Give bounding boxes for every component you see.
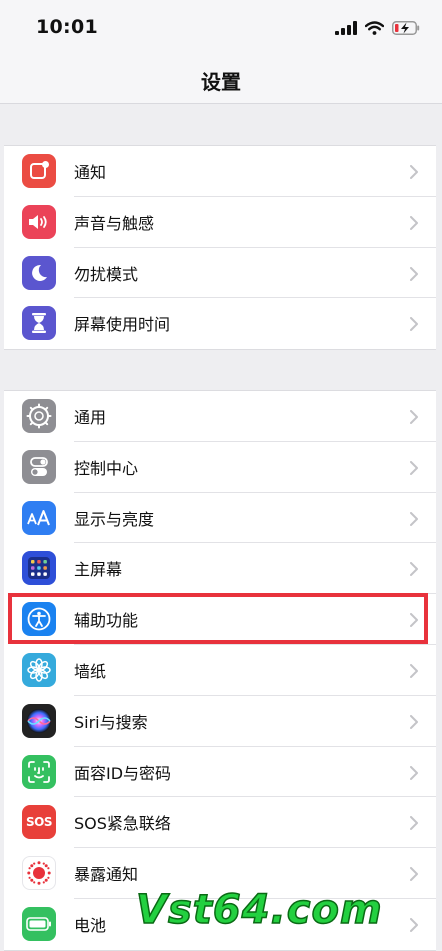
toggles-icon bbox=[22, 449, 56, 484]
chevron-right-icon bbox=[410, 409, 418, 428]
notifications-icon bbox=[22, 154, 56, 188]
settings-item-home-screen[interactable]: 主屏幕 bbox=[4, 543, 436, 595]
accessibility-highlight-box bbox=[8, 593, 428, 644]
chevron-right-icon bbox=[410, 266, 418, 285]
wifi-icon bbox=[364, 20, 385, 39]
settings-item-general[interactable]: 通用 bbox=[4, 391, 436, 442]
settings-item-siri-search[interactable]: Siri与搜索 bbox=[4, 696, 436, 747]
settings-item-notifications[interactable]: 通知 bbox=[4, 146, 436, 197]
settings-item-label: 通用 bbox=[74, 408, 107, 427]
page-title: 设置 bbox=[201, 70, 241, 94]
settings-item-label: 屏幕使用时间 bbox=[74, 315, 171, 335]
status-icons bbox=[335, 19, 420, 39]
home-screen-grid-icon bbox=[22, 551, 56, 586]
face-id-icon bbox=[22, 754, 56, 789]
chevron-right-icon bbox=[410, 215, 418, 234]
settings-item-label: Siri与搜索 bbox=[74, 712, 148, 732]
watermark: Vst64.com bbox=[135, 887, 383, 933]
chevron-right-icon bbox=[410, 714, 418, 733]
sos-icon: SOS bbox=[22, 805, 56, 840]
settings-item-label: 主屏幕 bbox=[74, 560, 123, 580]
chevron-right-icon bbox=[410, 917, 418, 936]
settings-item-label: 暴露通知 bbox=[74, 865, 139, 885]
navigation-bar: 设置 bbox=[0, 60, 442, 104]
chevron-right-icon bbox=[410, 164, 418, 183]
settings-group-1: 通知 声音与触感 勿扰模式 屏幕使用时间 bbox=[4, 145, 436, 351]
chevron-right-icon bbox=[410, 765, 418, 784]
hourglass-icon bbox=[22, 306, 56, 341]
settings-item-label: 面容ID与密码 bbox=[74, 763, 172, 783]
chevron-right-icon bbox=[410, 561, 418, 580]
chevron-right-icon bbox=[410, 815, 418, 834]
settings-item-label: 通知 bbox=[74, 163, 107, 182]
text-size-icon bbox=[22, 500, 56, 535]
settings-item-display-brightness[interactable]: 显示与亮度 bbox=[4, 493, 436, 544]
settings-item-wallpaper[interactable]: 墙纸 bbox=[4, 645, 436, 696]
status-time: 10:01 bbox=[36, 16, 98, 38]
settings-item-sounds[interactable]: 声音与触感 bbox=[4, 197, 436, 248]
gear-icon bbox=[22, 399, 56, 433]
chevron-right-icon bbox=[410, 511, 418, 530]
moon-icon bbox=[22, 255, 56, 290]
settings-item-screen-time[interactable]: 屏幕使用时间 bbox=[4, 298, 436, 349]
settings-item-label: 显示与亮度 bbox=[74, 509, 155, 529]
settings-group-2: 通用 控制中心 显示与亮度 主屏幕 辅助功能 墙纸 Siri与搜索 面容ID与密… bbox=[4, 390, 436, 951]
settings-item-face-id-passcode[interactable]: 面容ID与密码 bbox=[4, 747, 436, 798]
battery-icon bbox=[22, 906, 56, 941]
speaker-icon bbox=[22, 204, 56, 239]
exposure-icon bbox=[22, 856, 56, 891]
settings-item-label: 勿扰模式 bbox=[74, 264, 139, 284]
chevron-right-icon bbox=[410, 866, 418, 885]
flower-icon bbox=[22, 652, 56, 687]
siri-icon bbox=[22, 703, 56, 738]
settings-item-label: 墙纸 bbox=[74, 661, 107, 681]
cellular-signal-icon bbox=[335, 20, 357, 39]
settings-item-emergency-sos[interactable]: SOS SOS紧急联络 bbox=[4, 797, 436, 849]
settings-item-label: 控制中心 bbox=[74, 458, 139, 478]
chevron-right-icon bbox=[410, 663, 418, 682]
chevron-right-icon bbox=[410, 460, 418, 479]
settings-item-label: 声音与触感 bbox=[74, 213, 155, 233]
status-bar: 10:01 bbox=[0, 0, 442, 60]
battery-low-charging-icon bbox=[392, 20, 420, 39]
settings-item-label: SOS紧急联络 bbox=[74, 814, 171, 834]
settings-item-label: 电池 bbox=[74, 915, 107, 935]
settings-item-do-not-disturb[interactable]: 勿扰模式 bbox=[4, 248, 436, 299]
chevron-right-icon bbox=[410, 316, 418, 335]
settings-item-control-center[interactable]: 控制中心 bbox=[4, 442, 436, 493]
